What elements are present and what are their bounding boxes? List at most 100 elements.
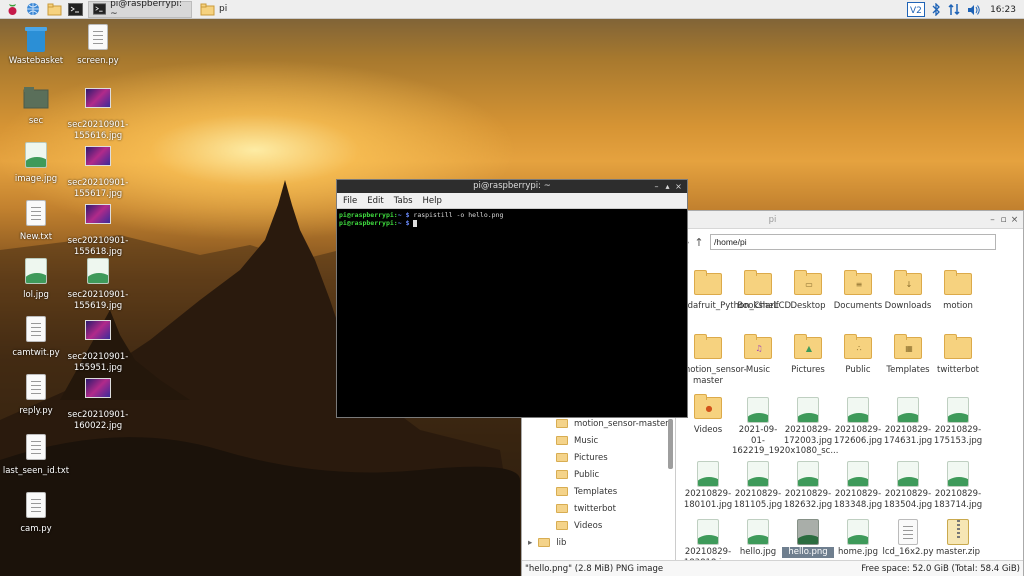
grid-item-templates[interactable]: ▦ Templates (882, 334, 934, 376)
grid-item-20210829-175153[interactable]: 20210829-175153.jpg (932, 397, 984, 446)
clock: 16:23 (990, 4, 1016, 15)
tree-item-templates[interactable]: Templates (522, 483, 675, 500)
grid-item-adafruit[interactable]: Adafruit_Python_CharLCD (682, 270, 792, 312)
desktop-icon-screen-py[interactable]: screen.py (62, 24, 134, 67)
grid-item-20210829-172606[interactable]: 20210829-172606.jpg (832, 397, 884, 446)
grid-item-lcd-16x2-py[interactable]: lcd_16x2.py (882, 519, 934, 558)
grid-item-label: 20210829-183504.jpg (883, 489, 933, 510)
folder-icon (556, 504, 568, 513)
grid-item-20210829-172003[interactable]: 20210829-172003.jpg (782, 397, 834, 446)
maximize-icon[interactable]: ▫ (998, 211, 1009, 229)
taskbar-task-file-manager[interactable]: pi (196, 1, 231, 18)
tree-item-label: Templates (574, 486, 618, 497)
folder-icon (744, 270, 772, 295)
vnc-icon[interactable]: V2 (907, 2, 926, 17)
grid-item-twitterbot[interactable]: twitterbot (932, 334, 984, 376)
volume-icon[interactable] (967, 4, 980, 16)
desktop-icon-sec20210901-155619[interactable]: sec20210901-155619.jpg (62, 258, 134, 312)
grid-item-downloads[interactable]: ↓ Downloads (882, 270, 934, 312)
raspberry-menu-icon[interactable] (3, 1, 21, 17)
desktop-icon-sec20210901-155617[interactable]: sec20210901-155617.jpg (62, 142, 134, 200)
tree-item-label: Pictures (574, 452, 608, 463)
desktop-icon-sec20210901-155618[interactable]: sec20210901-155618.jpg (62, 200, 134, 258)
python-file-icon (898, 519, 918, 545)
grid-item-20210829-174631[interactable]: 20210829-174631.jpg (882, 397, 934, 446)
grid-item-label: Documents (833, 301, 883, 311)
image-file-icon (747, 519, 769, 545)
maximize-icon[interactable]: ▴ (662, 180, 673, 193)
grid-item-videos[interactable]: ● Videos (682, 394, 734, 436)
terminal-line: pi@raspberrypi:~ $ raspistill -o hello.p… (339, 211, 504, 219)
photo-thumbnail (84, 204, 112, 234)
grid-item-label: 20210829-172003.jpg (783, 425, 833, 446)
grid-item-motion-sensor-master[interactable]: motion_sensor-master (682, 334, 747, 386)
grid-item-documents[interactable]: ≡ Documents (832, 270, 884, 312)
tree-item-twitterbot[interactable]: twitterbot (522, 500, 675, 517)
expand-arrow-icon[interactable]: ▸ (528, 538, 532, 548)
tree-item-lib[interactable]: ▸ lib (522, 534, 675, 551)
documents-folder-icon: ≡ (844, 270, 872, 295)
grid-item-label: hello.jpg (739, 547, 777, 557)
grid-item-20210829-183504[interactable]: 20210829-183504.jpg (882, 461, 934, 510)
tree-item-public[interactable]: Public (522, 466, 675, 483)
terminal-menubar: File Edit Tabs Help (337, 193, 687, 209)
grid-item-motion[interactable]: motion (932, 270, 984, 312)
path-input[interactable] (710, 234, 996, 250)
grid-item-20210829-182632[interactable]: 20210829-182632.jpg (782, 461, 834, 510)
grid-item-label: Adafruit_Python_CharLCD (682, 301, 792, 311)
taskbar-task-terminal[interactable]: pi@raspberrypi: ~ (88, 0, 192, 19)
image-file-icon (797, 519, 819, 545)
grid-item-bookshelf[interactable]: Bookshelf (732, 270, 784, 312)
tree-item-videos[interactable]: Videos (522, 517, 675, 534)
grid-item-public[interactable]: ∴ Public (832, 334, 884, 376)
menu-help[interactable]: Help (423, 196, 442, 206)
grid-item-pictures[interactable]: ▲ Pictures (782, 334, 834, 376)
pictures-folder-icon: ▲ (794, 334, 822, 359)
window-title: pi (768, 215, 777, 225)
minimize-icon[interactable]: – (987, 211, 998, 229)
desktop-icon-cam-py[interactable]: cam.py (0, 492, 72, 535)
grid-item-label: twitterbot (937, 365, 979, 375)
desktop-icon-last-seen-id[interactable]: last_seen_id.txt (0, 434, 72, 477)
grid-item-label: Music (745, 365, 771, 375)
bluetooth-icon[interactable] (932, 3, 941, 16)
terminal-output[interactable]: pi@raspberrypi:~ $ raspistill -o hello.p… (337, 209, 687, 229)
grid-item-hello-jpg[interactable]: hello.jpg (732, 519, 784, 558)
menu-edit[interactable]: Edit (367, 196, 383, 206)
desktop-icon-sec20210901-155951[interactable]: sec20210901-155951.jpg (62, 316, 134, 374)
image-file-icon (947, 461, 969, 487)
grid-item-20210829-180101[interactable]: 20210829-180101.jpg (682, 461, 734, 510)
close-icon[interactable]: × (1009, 211, 1020, 229)
tree-item-pictures[interactable]: Pictures (522, 449, 675, 466)
grid-item-20210829-183348[interactable]: 20210829-183348.jpg (832, 461, 884, 510)
terminal-icon[interactable] (66, 1, 84, 17)
grid-item-master-zip[interactable]: master.zip (932, 519, 984, 558)
network-icon[interactable] (948, 3, 960, 16)
up-arrow-icon[interactable]: ↑ (692, 236, 706, 249)
grid-item-desktop[interactable]: ▭ Desktop (782, 270, 834, 312)
menu-file[interactable]: File (343, 196, 357, 206)
grid-item-label: 20210829-182632.jpg (783, 489, 833, 510)
grid-item-music[interactable]: ♫ Music (732, 334, 784, 376)
grid-item-20210829-183714[interactable]: 20210829-183714.jpg (932, 461, 984, 510)
grid-item-20210829-181105[interactable]: 20210829-181105.jpg (732, 461, 784, 510)
minimize-icon[interactable]: – (651, 180, 662, 193)
grid-item-label: motion (943, 301, 973, 311)
folder-icon (538, 538, 551, 547)
menu-tabs[interactable]: Tabs (394, 196, 413, 206)
desktop-icon-label: sec20210901-155617.jpg (67, 178, 129, 199)
grid-item-screenshot[interactable]: 2021-09-01-162219_1920x1080_sc... (732, 397, 838, 457)
desktop-icon-sec20210901-155616[interactable]: sec20210901-155616.jpg (62, 84, 134, 142)
file-manager-icon[interactable] (45, 1, 63, 17)
videos-folder-icon (556, 521, 568, 530)
grid-item-home-jpg[interactable]: home.jpg (832, 519, 884, 558)
desktop-icon-sec20210901-160022[interactable]: sec20210901-160022.jpg (62, 374, 134, 432)
grid-item-hello-png-selected[interactable]: hello.png (782, 519, 834, 558)
close-icon[interactable]: × (673, 180, 684, 193)
tree-item-music[interactable]: Music (522, 432, 675, 449)
tree-scrollbar[interactable] (668, 419, 673, 469)
selection-status: "hello.png" (2.8 MiB) PNG image (525, 563, 664, 574)
web-browser-icon[interactable] (24, 1, 42, 17)
grid-item-label: 20210829-181105.jpg (733, 489, 783, 510)
terminal-titlebar[interactable]: pi@raspberrypi: ~ – ▴ × (337, 180, 687, 193)
